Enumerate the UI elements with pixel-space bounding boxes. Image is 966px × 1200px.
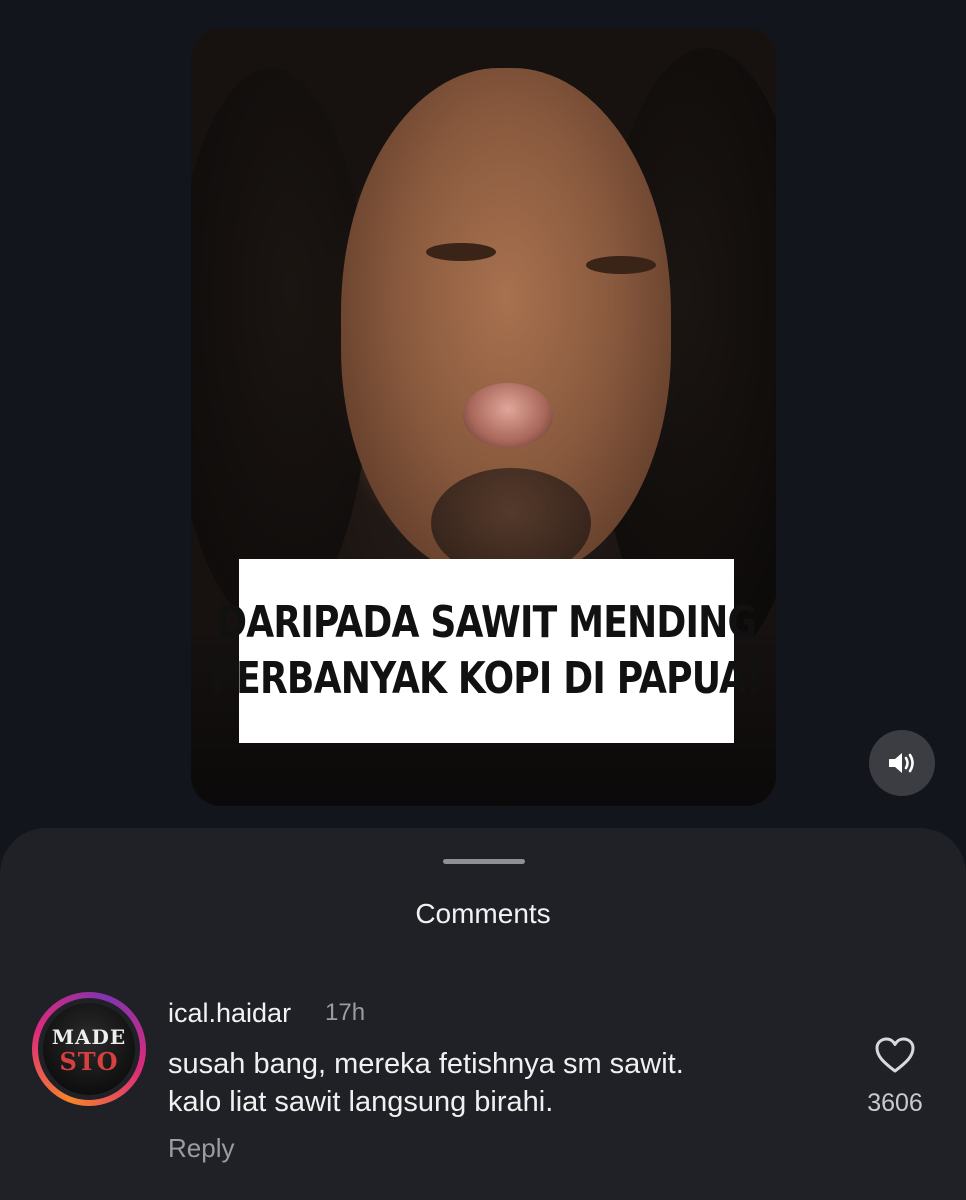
avatar-logo-line-2: STO: [59, 1047, 119, 1076]
avatar-gap: MADE STO: [38, 998, 140, 1100]
speaker-volume-icon: [889, 753, 914, 773]
comment-text-line-1: susah bang, mereka fetishnya sm sawit.: [168, 1048, 684, 1080]
reply-button[interactable]: Reply: [168, 1133, 234, 1164]
video-frame-eye-right: [586, 256, 656, 274]
comment-text: susah bang, mereka fetishnya sm sawit. k…: [168, 1045, 818, 1121]
comment-timestamp: 17h: [325, 999, 366, 1026]
avatar-logo-line-1: MADE: [51, 1025, 127, 1049]
comments-title: Comments: [415, 898, 551, 929]
avatar[interactable]: MADE STO: [32, 992, 146, 1106]
video-caption-line-1: DARIPADA SAWIT MENDING: [216, 597, 757, 648]
comment-username[interactable]: ical.haidar: [168, 998, 291, 1029]
comment-text-line-2: kalo liat sawit langsung birahi.: [168, 1086, 554, 1118]
sheet-drag-handle[interactable]: [443, 859, 525, 864]
video-frame-eye-left: [426, 243, 496, 261]
sound-toggle-button[interactable]: [869, 730, 935, 796]
comments-sheet: Comments MADE STO ical.haidar 17h susah …: [0, 828, 966, 1200]
like-count: 3606: [867, 1089, 923, 1117]
video-frame-mouth: [463, 383, 553, 448]
video-caption-line-2: PERBANYAK KOPI DI PAPUA!: [210, 653, 763, 704]
heart-outline-icon: [875, 1037, 915, 1073]
avatar-image: MADE STO: [43, 1003, 135, 1095]
video-caption: DARIPADA SAWIT MENDING PERBANYAK KOPI DI…: [211, 559, 763, 743]
like-button[interactable]: [873, 1035, 917, 1075]
